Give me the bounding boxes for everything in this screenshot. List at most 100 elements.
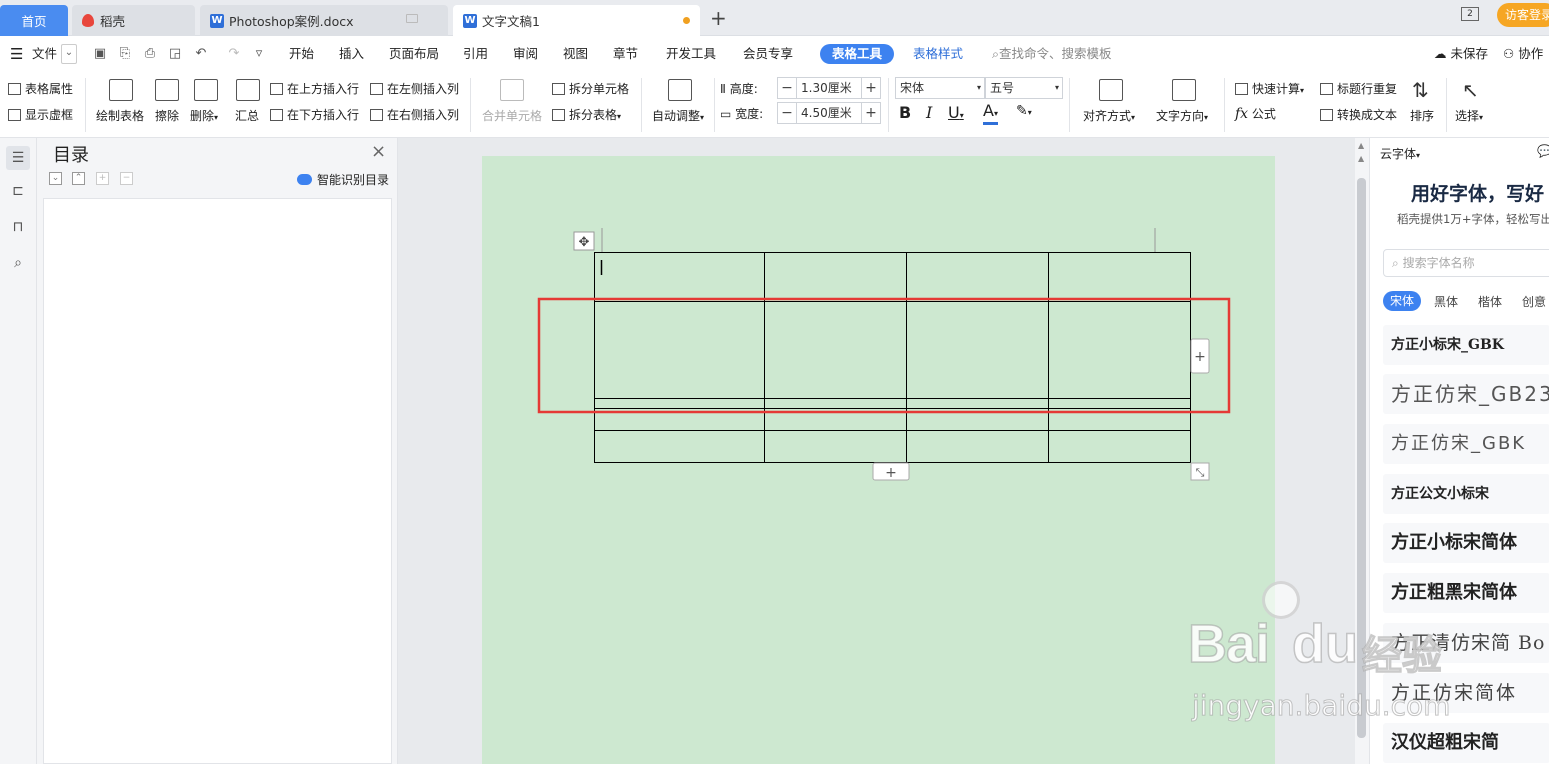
delete-button[interactable]: 删除▾ [190,107,218,124]
insert-row-above-button[interactable]: 在上方插入行 [270,80,359,97]
scrollbar-thumb[interactable] [1357,178,1366,738]
auto-adjust-button[interactable]: 自动调整▾ [652,107,704,124]
print-preview-icon[interactable]: ◲ [167,46,183,62]
font-item[interactable]: 方正仿宋简体 [1383,673,1549,713]
save-status[interactable]: ☁ 未保存 [1434,36,1488,72]
save-icon[interactable]: ▣ [92,46,108,62]
page-count-icon[interactable]: 2 [1461,7,1479,21]
category-songti[interactable]: 宋体 [1383,291,1421,311]
collab-button[interactable]: ⚇ 协作 [1503,36,1543,72]
add-row-button[interactable]: + [872,462,910,481]
menu-member[interactable]: 会员专享 [743,36,793,72]
remove-level-icon[interactable]: − [120,172,133,185]
tab-table-tools[interactable]: 表格工具 [820,44,895,64]
font-item[interactable]: 方正小标宋_GBK [1383,325,1549,365]
chapter-nav-icon[interactable]: ⊏ [9,182,27,200]
category-kaiti[interactable]: 楷体 [1478,293,1502,310]
scroll-up-icon[interactable]: ▲ [1358,141,1364,150]
command-search[interactable]: ⌕查找命令、搜索模板 [992,36,1112,72]
smart-toc-button[interactable]: 智能识别目录 [297,171,389,188]
close-icon[interactable]: × [371,141,386,162]
chevron-down-icon[interactable]: ⌄ [61,44,77,64]
redo-icon[interactable]: ↷ [226,46,242,62]
show-gridlines-button[interactable]: 显示虚框 [8,106,73,123]
customize-toolbar-icon[interactable]: ▿ [251,46,267,62]
comment-icon[interactable]: 💬 [1537,144,1549,158]
format-painter-icon[interactable]: ⎘ [117,46,133,62]
convert-to-text-button[interactable]: 转换成文本 [1320,106,1397,123]
tab-table-style[interactable]: 表格样式 [913,36,963,72]
print-icon[interactable]: ⎙ [142,46,158,62]
menu-chapter[interactable]: 章节 [613,36,638,72]
tab-home[interactable]: 首页 [0,5,68,36]
width-input[interactable]: 4.50厘米 [796,102,862,124]
menu-layout[interactable]: 页面布局 [389,36,439,72]
underline-button[interactable]: U▾ [948,103,964,122]
menu-view[interactable]: 视图 [563,36,588,72]
tab-active-doc[interactable]: W 文字文稿1 [453,5,700,36]
toc-icon[interactable]: ☰ [6,146,30,170]
category-heiti[interactable]: 黑体 [1434,293,1458,310]
menu-start[interactable]: 开始 [289,36,314,72]
sort-button[interactable]: 排序 [1410,107,1434,124]
height-input[interactable]: 1.30厘米 [796,77,862,99]
hamburger-icon[interactable]: ☰ [10,36,23,72]
vertical-scrollbar[interactable]: ▲ ▲ [1355,138,1369,764]
category-creative[interactable]: 创意 [1522,293,1546,310]
search-icon[interactable]: ⌕ [9,254,27,272]
font-search-input[interactable]: ⌕ 搜索字体名称 [1383,249,1549,277]
split-table-button[interactable]: 拆分表格▾ [552,106,621,123]
repeat-header-button[interactable]: 标题行重复 [1320,80,1397,97]
height-increase-button[interactable]: + [861,77,881,99]
bookmark-icon[interactable]: ⊓ [9,218,27,236]
width-decrease-button[interactable]: − [777,102,797,124]
draw-table-button[interactable]: 绘制表格 [96,107,144,124]
add-level-icon[interactable]: + [96,172,109,185]
undo-icon[interactable]: ↶ [193,46,209,62]
tab-daoke[interactable]: 稻壳 [72,5,195,36]
document-table[interactable] [594,252,1191,463]
add-column-button[interactable]: + [1190,338,1210,374]
italic-button[interactable]: I [926,103,932,122]
bold-button[interactable]: B [899,103,911,122]
cloud-font-dropdown[interactable]: 云字体▾ [1380,145,1420,162]
merge-cells-button[interactable]: 合并单元格 [482,107,542,124]
height-decrease-button[interactable]: − [777,77,797,99]
menu-review[interactable]: 审阅 [513,36,538,72]
menu-developer[interactable]: 开发工具 [666,36,716,72]
menu-insert[interactable]: 插入 [339,36,364,72]
font-color-button[interactable]: A▾ [983,103,998,125]
font-item[interactable]: 汉仪超粗宋简 [1383,723,1549,763]
file-menu[interactable]: 文件 [32,36,57,72]
new-tab-button[interactable]: + [710,8,727,28]
split-cells-button[interactable]: 拆分单元格 [552,80,629,97]
align-button[interactable]: 对齐方式▾ [1083,107,1135,124]
font-item[interactable]: 方正仿宋_GB231 [1383,374,1549,414]
font-item[interactable]: 方正公文小标宋 [1383,474,1549,514]
guest-login-button[interactable]: 访客登录 [1497,3,1549,27]
table-resize-handle[interactable]: ⤡ [1190,462,1210,481]
quick-calc-button[interactable]: 快速计算▾ [1235,80,1304,97]
text-direction-button[interactable]: 文字方向▾ [1156,107,1208,124]
insert-col-left-button[interactable]: 在左侧插入列 [370,80,459,97]
tab-photoshop-doc[interactable]: W Photoshop案例.docx [200,5,448,36]
font-name-select[interactable]: 宋体 ▾ [895,77,985,99]
collapse-all-icon[interactable]: ⌃ [72,172,85,185]
insert-row-below-button[interactable]: 在下方插入行 [270,106,359,123]
highlight-button[interactable]: ✎▾ [1016,103,1032,119]
font-item[interactable]: 方正清仿宋简 Bo [1383,623,1549,663]
menu-reference[interactable]: 引用 [463,36,488,72]
formula-button[interactable]: fx 公式 [1235,105,1276,122]
insert-col-right-button[interactable]: 在右侧插入列 [370,106,459,123]
font-item[interactable]: 方正小标宋简体 [1383,523,1549,563]
font-size-select[interactable]: 五号 ▾ [985,77,1063,99]
width-increase-button[interactable]: + [861,102,881,124]
select-button[interactable]: 选择▾ [1455,107,1483,124]
erase-button[interactable]: 擦除 [155,107,179,124]
font-item[interactable]: 方正仿宋_GBK [1383,424,1549,464]
summary-button[interactable]: 汇总 [235,107,259,124]
expand-all-icon[interactable]: ⌄ [49,172,62,185]
table-move-handle[interactable]: ✥ [573,231,595,251]
scroll-up-icon[interactable]: ▲ [1358,154,1364,163]
table-properties-button[interactable]: 表格属性 [8,80,73,97]
